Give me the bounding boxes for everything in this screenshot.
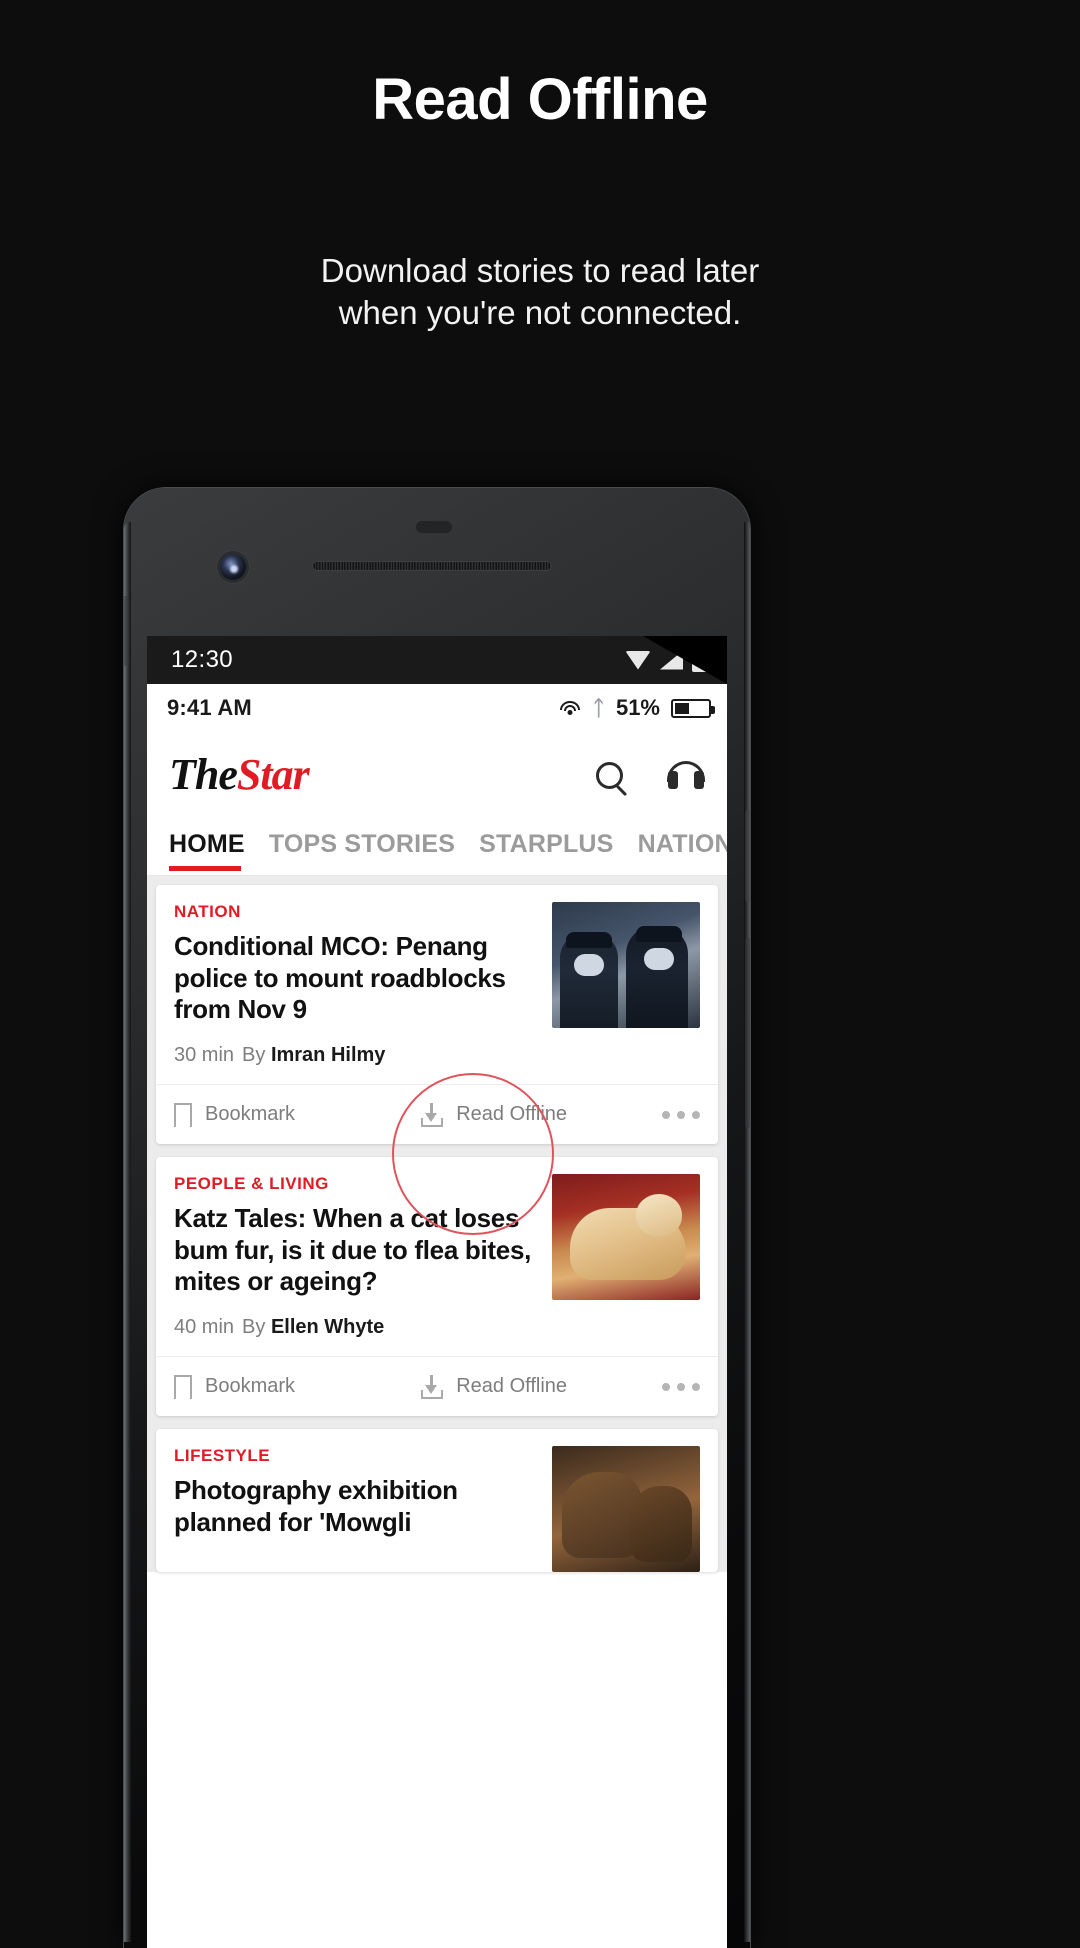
category-tabs[interactable]: HOME TOPS STORIES STARPLUS NATION <box>147 818 727 876</box>
page-title: Read Offline <box>372 67 708 132</box>
phone-right-edge <box>744 522 750 1942</box>
article-headline[interactable]: Conditional MCO: Penang police to mount … <box>174 931 540 1026</box>
article-headline[interactable]: Katz Tales: When a cat loses bum fur, is… <box>174 1203 540 1298</box>
search-icon[interactable] <box>596 761 623 789</box>
download-icon <box>421 1374 444 1399</box>
article-time: 40 min <box>174 1316 235 1338</box>
more-options-icon[interactable] <box>662 1110 700 1119</box>
wifi-icon <box>559 700 581 716</box>
system-clock: 12:30 <box>171 646 234 673</box>
system-status-bar: 12:30 <box>147 636 727 684</box>
article-thumbnail <box>552 902 700 1028</box>
read-offline-label: Read Offline <box>456 1375 568 1397</box>
article-feed: NATION Conditional MCO: Penang police to… <box>147 876 727 1572</box>
bookmark-icon <box>173 1102 196 1140</box>
app-clock: 9:41 AM <box>167 695 252 720</box>
article-time: 30 min <box>174 1044 235 1066</box>
phone-screen: 12:30 9:41 AM ᛏ 51% TheStar HOME TOPS ST… <box>147 636 727 1948</box>
phone-mockup: 12:30 9:41 AM ᛏ 51% TheStar HOME TOPS ST… <box>124 488 750 1948</box>
article-category: LIFESTYLE <box>174 1446 271 1465</box>
power-button[interactable] <box>745 810 750 902</box>
more-options-icon[interactable] <box>662 1382 700 1391</box>
article-actions: Bookmark Read Offline <box>156 1084 718 1144</box>
logo-the: The <box>169 750 238 799</box>
bookmark-label: Bookmark <box>205 1375 296 1397</box>
article-author: Imran Hilmy <box>270 1044 386 1066</box>
article-category: NATION <box>174 902 241 921</box>
article-thumbnail <box>552 1174 700 1300</box>
header-actions <box>596 761 705 789</box>
app-status-bar: 9:41 AM ᛏ 51% <box>147 684 727 732</box>
download-icon <box>421 1102 444 1127</box>
proximity-sensor <box>416 521 452 533</box>
tab-tops-stories[interactable]: TOPS STORIES <box>269 830 455 875</box>
earpiece-speaker <box>312 561 552 571</box>
article-byline: 40 min By Ellen Whyte <box>156 1300 718 1356</box>
page-subtitle-line1: Download stories to read later <box>320 252 760 289</box>
tab-starplus[interactable]: STARPLUS <box>479 830 613 875</box>
article-headline[interactable]: Photography exhibition planned for 'Mowg… <box>174 1475 540 1538</box>
article-card[interactable]: NATION Conditional MCO: Penang police to… <box>156 885 718 1144</box>
by-label: By <box>242 1316 266 1338</box>
read-offline-label: Read Offline <box>456 1103 568 1125</box>
page-subtitle: Download stories to read later when you'… <box>0 250 1080 333</box>
bookmark-button[interactable]: Bookmark <box>173 1102 421 1140</box>
bookmark-button[interactable]: Bookmark <box>173 1374 421 1412</box>
logo-star: Star <box>236 750 310 799</box>
headphones-icon[interactable] <box>667 761 705 789</box>
article-actions: Bookmark Read Offline <box>156 1356 718 1416</box>
wifi-icon <box>625 650 651 670</box>
tab-home[interactable]: HOME <box>169 830 245 875</box>
by-label: By <box>242 1044 266 1066</box>
article-byline: 30 min By Imran Hilmy <box>156 1028 718 1084</box>
app-logo[interactable]: TheStar <box>169 750 310 799</box>
app-status-icons: ᛏ 51% <box>559 695 715 721</box>
front-camera-icon <box>220 554 246 580</box>
article-card[interactable]: PEOPLE & LIVING Katz Tales: When a cat l… <box>156 1157 718 1416</box>
page-subtitle-line2: when you're not connected. <box>338 293 742 331</box>
battery-percent: 51% <box>615 695 660 720</box>
article-thumbnail <box>552 1446 700 1572</box>
read-offline-button[interactable]: Read Offline <box>421 1374 662 1399</box>
bookmark-label: Bookmark <box>205 1103 296 1125</box>
bookmark-icon <box>173 1374 196 1412</box>
bluetooth-icon: ᛏ <box>592 696 605 720</box>
battery-icon <box>671 698 715 718</box>
article-card[interactable]: LIFESTYLE Photography exhibition planned… <box>156 1429 718 1572</box>
tab-nation[interactable]: NATION <box>638 830 727 875</box>
side-button-left[interactable] <box>124 596 129 666</box>
article-category: PEOPLE & LIVING <box>174 1174 329 1193</box>
volume-button[interactable] <box>745 938 750 1128</box>
read-offline-button[interactable]: Read Offline <box>421 1102 662 1127</box>
phone-left-edge <box>124 522 131 1942</box>
app-header: TheStar <box>147 732 727 818</box>
article-author: Ellen Whyte <box>270 1316 385 1338</box>
